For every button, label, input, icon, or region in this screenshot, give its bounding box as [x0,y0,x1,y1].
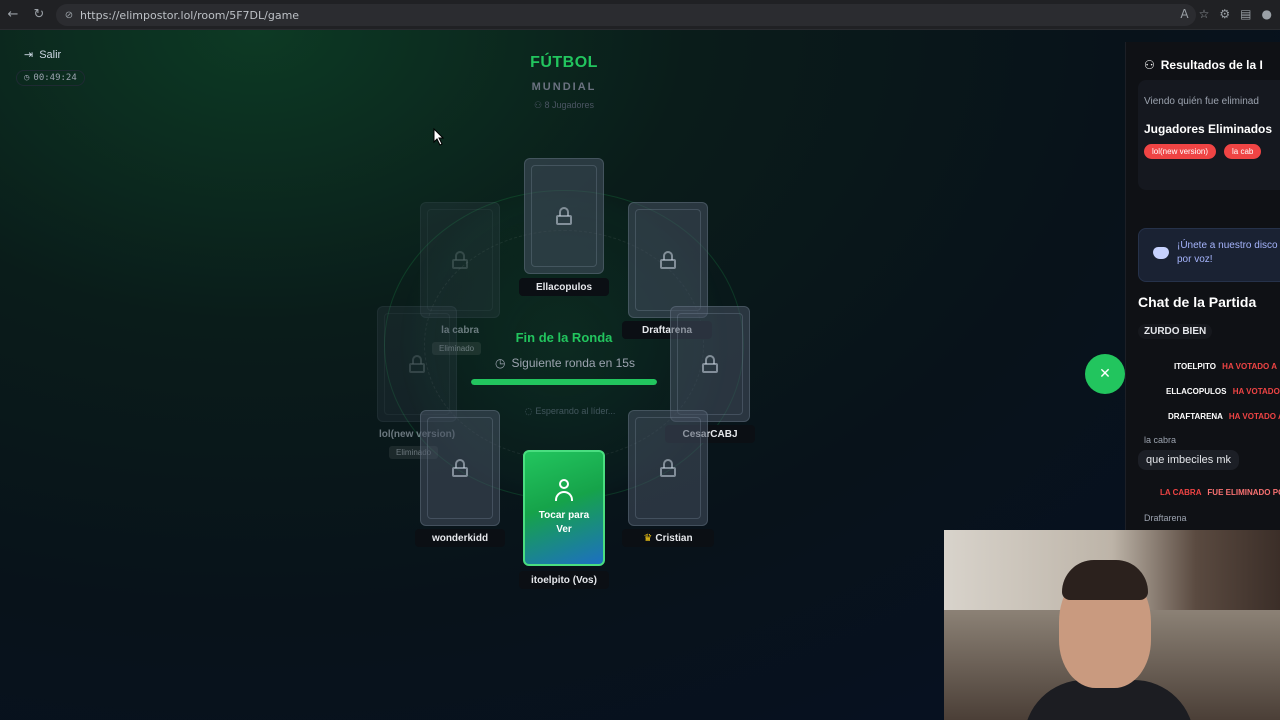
browser-tools: A ☆ ⚙ ▤ ● [1180,7,1272,21]
back-icon[interactable]: ← [0,0,26,30]
category-title: FÚTBOL [530,54,598,71]
next-round-countdown: ◷ Siguiente ronda en 15s [495,356,635,370]
site-info-icon[interactable]: ⊘ [62,8,76,22]
lock-icon [409,355,425,373]
eliminated-chip: lol(new version) [1144,144,1217,159]
chat-message: ZURDO BIEN [1138,324,1213,339]
vote-event: ITOELPITO HA VOTADO A [1174,362,1277,371]
lock-icon [660,459,676,477]
discord-banner[interactable]: ¡Únete a nuestro disco por voz! [1138,228,1280,282]
results-title: ⚇ Resultados de la I [1144,58,1263,72]
vote-event: ELLACOPULOS HA VOTADO A [1166,387,1280,396]
exit-icon: ⇥ [24,48,34,61]
read-aloud-icon[interactable]: A [1180,7,1188,21]
results-subtitle: Viendo quién fue eliminad [1144,96,1259,107]
discord-text: ¡Únete a nuestro disco por voz! [1177,240,1278,265]
vote-event: DRAFTARENA HA VOTADO A [1168,412,1280,421]
my-player-name: itoelpito (Vos) [519,571,609,589]
lock-icon [452,251,468,269]
extensions-icon[interactable]: ⚙ [1219,7,1230,21]
player-card-bottom-right[interactable] [628,410,708,526]
lock-icon [702,355,718,373]
user-icon [554,479,574,503]
favorite-star-icon[interactable]: ☆ [1199,7,1210,21]
chat-title: Chat de la Partida [1138,294,1257,310]
waiting-leader-text: ◌ Esperando al líder... [524,406,616,417]
webcam-overlay [944,530,1280,720]
mouse-cursor-icon [433,128,445,146]
lock-icon [660,251,676,269]
lock-icon [452,459,468,477]
exit-button[interactable]: ⇥ Salir [24,48,61,61]
eliminated-players-title: Jugadores Eliminados [1144,122,1273,136]
user-icon: ⚇ [1144,58,1155,72]
reload-icon[interactable]: ↻ [26,0,52,30]
exit-label: Salir [39,48,62,61]
address-bar[interactable]: ⊘ https://elimpostor.lol/room/5F7DL/game [56,4,1196,26]
users-icon: ⚇ [533,100,545,110]
close-panel-button[interactable]: ✕ [1085,354,1125,394]
eliminated-chips: lol(new version) la cab [1144,144,1262,159]
player-name: Ellacopulos [519,278,609,296]
discord-icon [1153,247,1169,259]
player-card-top[interactable] [524,158,604,274]
crown-icon: ♛ [643,532,653,544]
round-progress-bar [471,379,657,385]
player-card-top-right[interactable] [628,202,708,318]
lock-icon [556,207,572,225]
profile-icon[interactable]: ● [1262,7,1272,21]
player-card-right[interactable] [670,306,750,422]
player-card-left [377,306,457,422]
game-timer: ◷ 00:49:24 [16,70,85,86]
player-card-bottom-left[interactable] [420,410,500,526]
tap-to-view-label: Tocar para Ver [538,510,590,535]
player-name-leader: ♛ Cristian [622,529,714,547]
elimination-event: LA CABRA FUE ELIMINADO PO [1160,488,1280,497]
my-role-card[interactable]: Tocar para Ver [523,450,605,566]
chat-sender: la cabra [1144,435,1177,445]
category-subtitle: MUNDIAL [531,81,597,93]
players-count: ⚇ 8 Jugadores [533,100,595,110]
round-progress-fill [471,379,657,385]
chat-message: que imbeciles mk [1138,450,1239,470]
chat-sender: Draftarena [1144,513,1187,523]
spinner-icon: ◌ [524,407,536,417]
url-text: https://elimpostor.lol/room/5F7DL/game [80,8,300,22]
eliminated-chip: la cab [1224,144,1262,159]
player-card-top-left [420,202,500,318]
player-name: wonderkidd [415,529,505,547]
game-stage: ⇥ Salir ◷ 00:49:24 FÚTBOL MUNDIAL ⚇ 8 Ju… [0,30,1280,720]
clock-icon: ◷ [24,73,30,83]
timer-value: 00:49:24 [33,73,77,83]
timer-icon: ◷ [495,356,506,370]
round-end-title: Fin de la Ronda [515,330,613,345]
collections-icon[interactable]: ▤ [1240,7,1251,21]
browser-toolbar: ← ↻ ⊘ https://elimpostor.lol/room/5F7DL/… [0,0,1280,30]
